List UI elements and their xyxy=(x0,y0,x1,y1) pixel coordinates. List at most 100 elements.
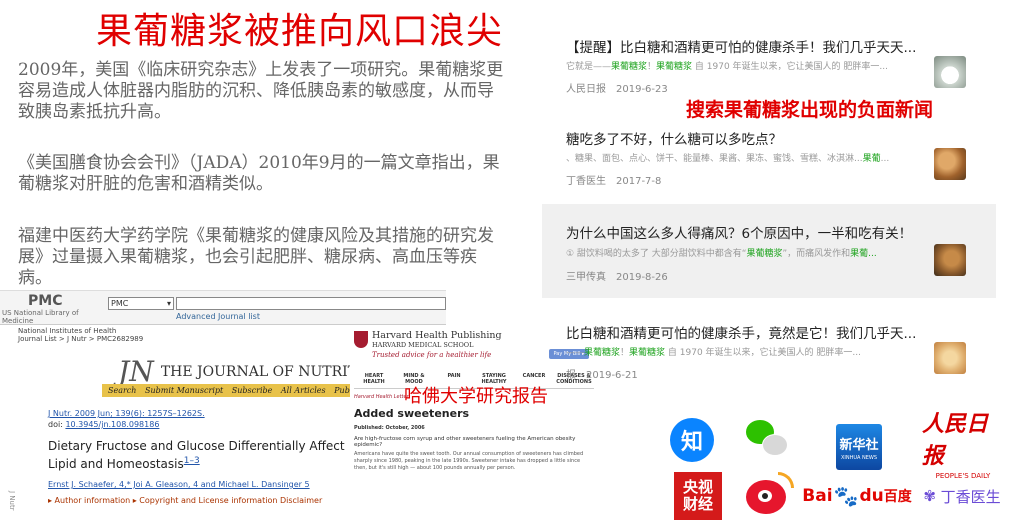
news-snippet: 、糖果、面包、点心、饼干、能量棒、果酱、果冻、蜜饯、雪糕、冰淇淋...果葡... xyxy=(566,151,946,164)
news-source: 丁香医生 2017-7-8 xyxy=(566,172,661,187)
wechat-bubble-small xyxy=(762,434,788,456)
paragraph-fujian: 福建中医药大学药学院《果葡糖浆的健康风险及其措施的研究发展》过量摄入果葡糖浆，也… xyxy=(18,226,494,288)
news-title[interactable]: 比白糖和酒精更可怕的健康杀手，竟然是它！我们几乎天... xyxy=(566,322,946,342)
pmc-search-input[interactable] xyxy=(176,297,446,310)
milk-glass-thumbnail[interactable] xyxy=(934,56,966,88)
news-source: 人民日报 2019-6-23 xyxy=(566,80,668,95)
source-name: 报 xyxy=(566,370,576,381)
harvard-published-date: Published: October, 2006 xyxy=(354,425,425,431)
dingxiang-text: 丁香医生 xyxy=(940,487,1001,506)
harvard-question: Are high-fructose corn syrup and other s… xyxy=(354,436,576,448)
baidu-cn: 百度 xyxy=(883,489,912,505)
nav-all-articles[interactable]: All Articles xyxy=(281,386,326,395)
cctv-finance-logo-icon: 央视 财经 xyxy=(674,472,722,520)
dingxiang-logo-icon: ✾ 丁香医生 xyxy=(914,480,1010,512)
source-date: 2019-8-26 xyxy=(616,272,668,283)
baidu-bai: Bai xyxy=(802,486,833,506)
baidu-logo-icon: Bai 🐾 du 百度 xyxy=(802,478,911,514)
nih-label: National Institutes of Health xyxy=(18,327,117,335)
snippet-text: 自 1970 年诞生以来，它让美国人的 肥胖率一... xyxy=(665,348,861,358)
wechat-logo-icon xyxy=(744,418,792,462)
news-snippet: ——果葡糖浆！果葡糖浆 自 1970 年诞生以来，它让美国人的 肥胖率一... xyxy=(566,345,946,358)
snippet-text: ① 甜饮料喝的太多了 大部分甜饮料中都含有“ xyxy=(566,249,747,259)
sweets-thumbnail[interactable] xyxy=(934,148,966,180)
snippet-text: ！ xyxy=(647,62,657,72)
harvard-body: Americans have quite the sweet tooth. Ou… xyxy=(354,451,584,471)
news-snippet: 它就是——果葡糖浆！果葡糖浆 自 1970 年诞生以来，它让美国人的 肥胖率一.… xyxy=(566,59,946,72)
snippet-text: —— xyxy=(566,348,584,358)
snippet-highlight: 果葡糖浆 xyxy=(656,62,693,72)
xinhua-text: 新华社 xyxy=(839,437,879,453)
advanced-search-link[interactable]: Advanced xyxy=(176,312,216,321)
baidu-paw-icon: 🐾 xyxy=(833,484,859,508)
snippet-highlight: 果葡糖浆 xyxy=(584,348,621,358)
nav-submit-manuscript[interactable]: Submit Manuscript xyxy=(145,386,223,395)
source-date: 2019-6-21 xyxy=(586,370,638,381)
doi-label: doi: xyxy=(48,420,63,429)
nav-search[interactable]: Search xyxy=(108,386,136,395)
snippet-text: ”，而痛风发作和 xyxy=(782,249,851,259)
dingxiang-flower-icon: ✾ xyxy=(923,487,936,505)
source-date: 2019-6-23 xyxy=(616,84,668,95)
snippet-text: 它就是—— xyxy=(566,62,612,72)
snippet-highlight: 果葡... xyxy=(850,249,877,259)
snippet-highlight: 果葡 xyxy=(862,154,881,164)
news-source: 三甲传真 2019-8-26 xyxy=(566,268,668,283)
weibo-logo-icon xyxy=(742,472,798,520)
harvard-shield-icon xyxy=(354,331,368,348)
news-snippet: ① 甜饮料喝的太多了 大部分甜饮料中都含有“果葡糖浆”，而痛风发作和果葡... xyxy=(566,246,946,259)
news-title[interactable]: 糖吃多了不好，什么糖可以多吃点？ xyxy=(566,128,946,148)
harvard-tagline: Trusted advice for a healthier life xyxy=(372,351,492,359)
news-item-hovered[interactable]: 为什么中国这么多人得痛风？6个原因中，一半和吃有关！ ① 甜饮料喝的太多了 大部… xyxy=(542,204,996,298)
doi-link[interactable]: 10.3945/jn.108.098186 xyxy=(65,420,159,429)
database-select[interactable]: PMC xyxy=(108,297,174,310)
paragraph-jada: 《美国膳食协会会刊》（JADA）2010年9月的一篇文章指出，果葡糖浆对肝脏的危… xyxy=(18,153,500,194)
news-item[interactable]: 比白糖和酒精更可怕的健康杀手，竟然是它！我们几乎天... ——果葡糖浆！果葡糖浆… xyxy=(542,316,996,382)
authors-link[interactable]: Ernst J. Schaefer, 4,* Joi A. Gleason, 4… xyxy=(48,480,310,489)
news-caption: 搜索果葡糖浆出现的负面新闻 xyxy=(686,99,934,121)
news-title[interactable]: 【提醒】比白糖和酒精更可怕的健康杀手！我们几乎天天... xyxy=(566,36,946,56)
citation: J Nutr. 2009 Jun; 139(6): 1257S–1262S. d… xyxy=(48,408,205,430)
source-name: 丁香医生 xyxy=(566,176,606,187)
article-title: Dietary Fructose and Glucose Differentia… xyxy=(48,439,348,472)
side-journal-label: J Nutr xyxy=(8,491,16,511)
source-date: 2017-7-8 xyxy=(616,176,662,187)
snippet-highlight: 果葡糖浆 xyxy=(629,348,666,358)
article-title-text: Dietary Fructose and Glucose Differentia… xyxy=(48,439,345,471)
harvard-article-title: Added sweeteners xyxy=(354,407,470,420)
citation-link[interactable]: J Nutr. 2009 Jun; 139(6): 1257S–1262S. xyxy=(48,409,205,418)
baidu-du: du xyxy=(859,486,884,506)
pmc-header: PMC US National Library of Medicine PMC … xyxy=(0,291,446,325)
xinhua-logo-icon: 新华社 XINHUA NEWS xyxy=(836,424,882,470)
snippet-highlight: 果葡糖浆 xyxy=(611,62,648,72)
weibo-pupil xyxy=(762,493,768,499)
cctv-text-1: 央视 xyxy=(682,478,713,496)
journal-list-link[interactable]: Journal list xyxy=(218,312,260,321)
nav-heart-health[interactable]: HEART HEALTH xyxy=(354,371,394,388)
drink-thumbnail[interactable] xyxy=(934,342,966,374)
news-source: 报 2019-6-21 xyxy=(566,366,638,381)
harvard-letter-label: Harvard Health Letter xyxy=(354,394,409,400)
footnote-link[interactable]: 1–3 xyxy=(184,456,200,466)
author-info-links[interactable]: ▸ Author information ▸ Copyright and Lic… xyxy=(48,496,322,505)
harvard-school: HARVARD MEDICAL SCHOOL xyxy=(372,341,474,349)
nih-breadcrumb: National Institutes of Health Journal Li… xyxy=(18,327,143,343)
food-thumbnail[interactable] xyxy=(934,244,966,276)
snippet-text: ... xyxy=(880,154,890,164)
news-item[interactable]: 【提醒】比白糖和酒精更可怕的健康杀手！我们几乎天天... 它就是——果葡糖浆！果… xyxy=(542,30,996,100)
source-name: 人民日报 xyxy=(566,84,606,95)
harvard-publishing[interactable]: Harvard Health Publishing xyxy=(372,330,502,341)
peoples-daily-logo-icon: 人民日报 PEOPLE'S DAILY xyxy=(922,411,1004,480)
pmc-logo[interactable]: PMC xyxy=(28,293,62,309)
peoples-daily-subtext: PEOPLE'S DAILY xyxy=(935,472,991,480)
nav-subscribe[interactable]: Subscribe xyxy=(232,386,273,395)
source-name: 三甲传真 xyxy=(566,272,606,283)
breadcrumb[interactable]: Journal List > J Nutr > PMC2682989 xyxy=(18,335,143,343)
snippet-text: 、糖果、面包、点心、饼干、能量棒、果酱、果冻、蜜饯、雪糕、冰淇淋... xyxy=(566,154,863,164)
paragraph-jci-study: 2009年，美国《临床研究杂志》上发表了一项研究。果葡糖浆更容易造成人体脏器内脂… xyxy=(18,60,504,122)
cctv-text-2: 财经 xyxy=(682,495,713,513)
peoples-daily-text: 人民日报 xyxy=(922,411,989,469)
snippet-highlight: 果葡糖浆 xyxy=(746,249,783,259)
news-title[interactable]: 为什么中国这么多人得痛风？6个原因中，一半和吃有关！ xyxy=(566,222,946,242)
news-item[interactable]: 糖吃多了不好，什么糖可以多吃点？ 、糖果、面包、点心、饼干、能量棒、果酱、果冻、… xyxy=(542,122,996,192)
